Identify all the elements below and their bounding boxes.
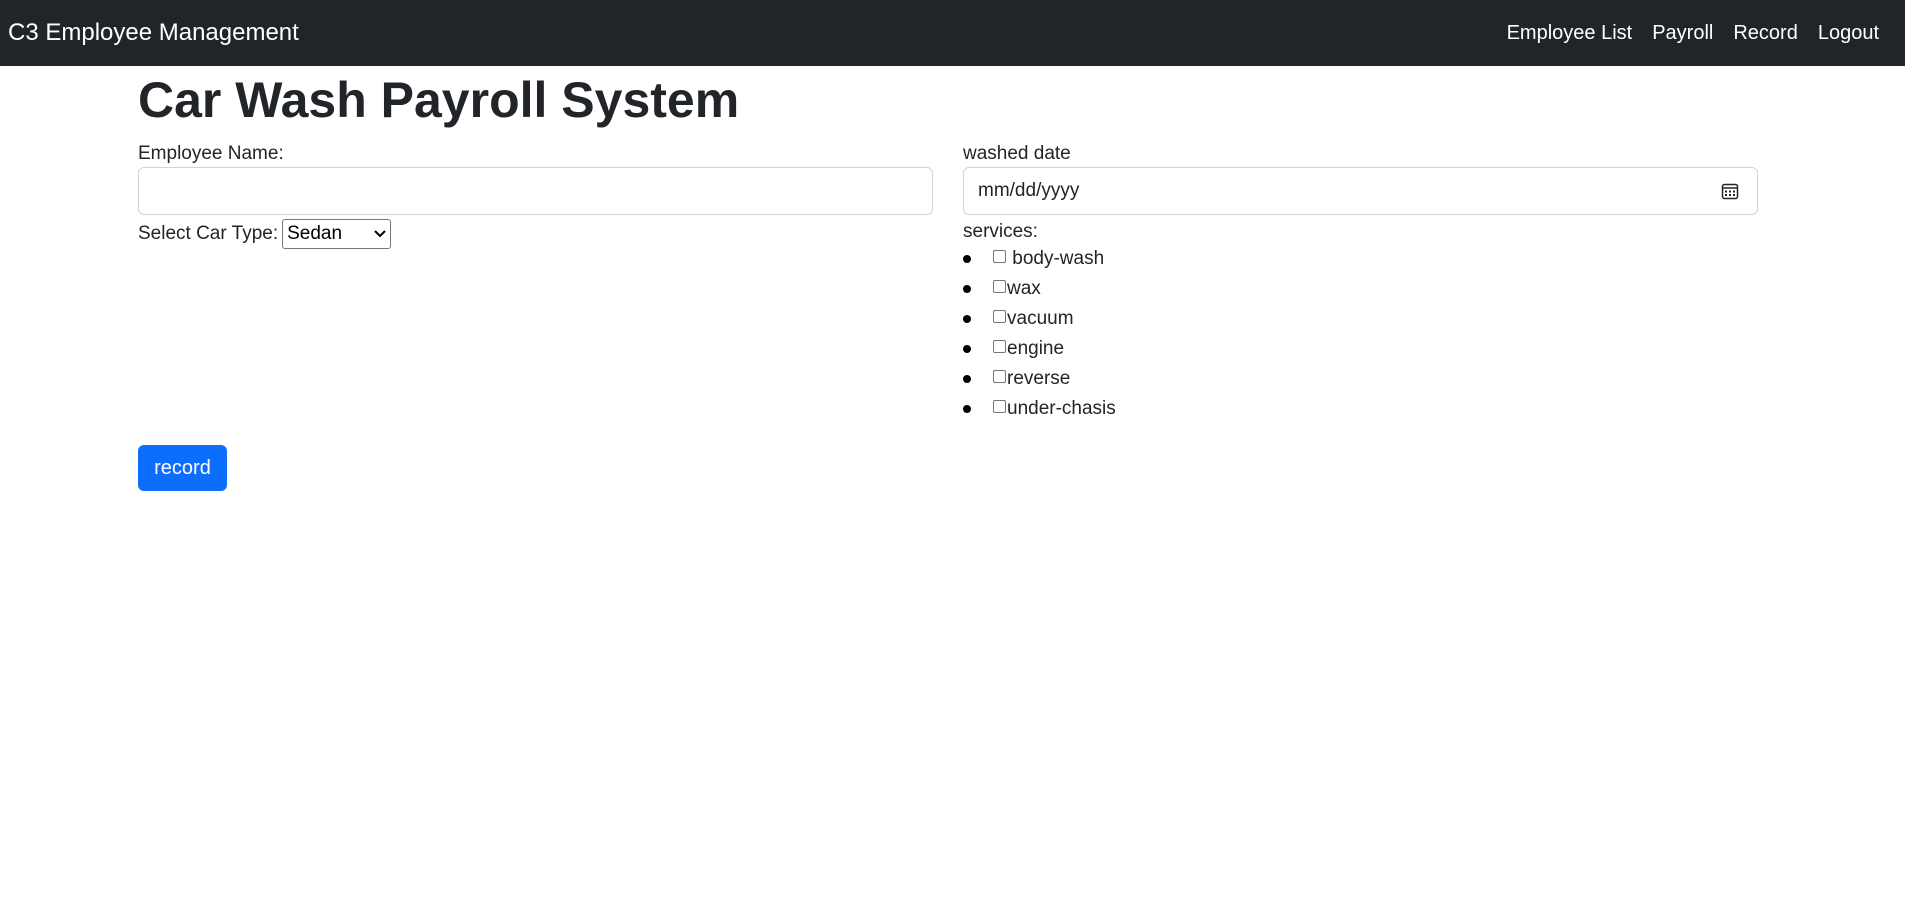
nav-link-logout[interactable]: Logout [1818,22,1879,45]
navbar: C3 Employee Management Employee List Pay… [0,0,1905,66]
brand-link[interactable]: C3 Employee Management [8,19,299,47]
washed-date-label: washed date [963,143,1071,164]
page-title: Car Wash Payroll System [138,72,740,128]
bullet-icon [963,285,971,293]
record-button[interactable]: record [138,445,227,491]
car-type-row: Select Car Type: Sedan [138,217,933,251]
washed-date-placeholder: mm/dd/yyyy [978,180,1080,201]
employee-name-label: Employee Name: [138,143,284,164]
service-checkbox-body-wash[interactable] [993,249,1006,263]
service-checkbox-vacuum[interactable] [993,309,1006,323]
bullet-icon [963,315,971,323]
service-checkbox-reverse[interactable] [993,369,1006,383]
nav-link-record[interactable]: Record [1733,22,1797,45]
service-label-reverse: reverse [1007,368,1071,389]
chevron-down-icon [374,230,386,238]
service-checkbox-engine[interactable] [993,339,1006,353]
nav-links: Employee List Payroll Record Logout [1487,22,1879,45]
service-label-vacuum: vacuum [1007,308,1074,329]
left-column: Employee Name: Select Car Type: Sedan [138,142,933,251]
service-label-under-chasis: under-chasis [1007,398,1116,419]
service-label-engine: engine [1007,338,1065,359]
service-item-body-wash: body-wash [963,244,1758,274]
employee-name-input[interactable] [138,167,933,215]
car-type-label: Select Car Type: [138,223,279,244]
service-checkbox-wax[interactable] [993,279,1006,293]
bullet-icon [963,405,971,413]
service-item-vacuum: vacuum [963,304,1758,334]
car-type-select[interactable]: Sedan [282,219,392,249]
bullet-icon [963,345,971,353]
washed-date-input[interactable]: mm/dd/yyyy [963,167,1758,215]
nav-link-employee-list[interactable]: Employee List [1507,22,1633,45]
right-column: washed date mm/dd/yyyy services: body-wa… [963,142,1758,424]
services-label: services: [963,221,1038,242]
service-item-reverse: reverse [963,364,1758,394]
bullet-icon [963,375,971,383]
service-item-engine: engine [963,334,1758,364]
service-label-body-wash: body-wash [1007,248,1105,269]
nav-link-payroll[interactable]: Payroll [1652,22,1713,45]
calendar-icon[interactable] [1721,182,1739,200]
service-item-wax: wax [963,274,1758,304]
bullet-icon [963,255,971,263]
service-label-wax: wax [1007,278,1041,299]
service-checkbox-under-chasis[interactable] [993,399,1006,413]
car-type-selected: Sedan [287,223,343,244]
services-list: body-wash wax vacuum engine reverse unde… [963,244,1758,424]
service-item-under-chasis: under-chasis [963,394,1758,424]
